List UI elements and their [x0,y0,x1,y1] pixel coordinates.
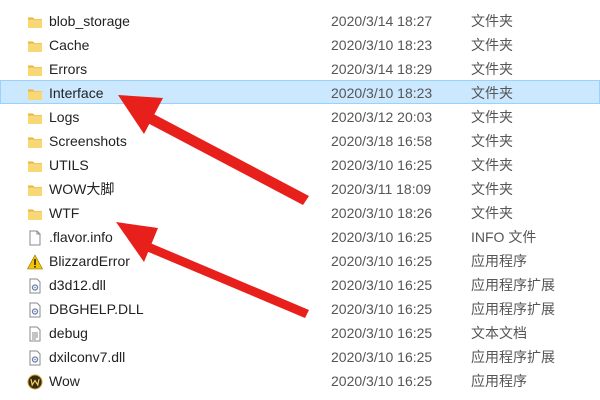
file-modified-date: 2020/3/10 16:25 [331,277,433,293]
file-icon [27,229,43,246]
file-type: 文件夹 [471,37,513,53]
file-row[interactable]: Interface 2020/3/10 18:23 文件夹 [0,80,600,104]
file-row[interactable]: Logs 2020/3/12 20:03 文件夹 [0,104,600,128]
file-row[interactable]: debug 2020/3/10 16:25 文本文档 [0,320,600,344]
folder-icon [27,133,43,149]
file-name: DBGHELP.DLL [49,301,144,317]
file-row[interactable]: Wow 2020/3/10 16:25 应用程序 [0,368,600,392]
file-name: Errors [49,61,88,77]
file-name: Screenshots [49,133,127,149]
file-modified-date: 2020/3/10 16:25 [331,373,433,389]
file-name: UTILS [49,157,89,173]
file-modified-date: 2020/3/10 16:25 [331,229,433,245]
file-type: 文件夹 [471,85,513,101]
file-type: 应用程序 [471,373,527,389]
file-name: debug [49,325,88,341]
folder-icon [27,205,43,221]
folder-icon [27,13,43,29]
wow-app-icon [27,373,43,390]
file-name: .flavor.info [49,229,113,245]
folder-icon [27,37,43,53]
folder-icon [27,61,43,77]
file-name: d3d12.dll [49,277,106,293]
file-list: blob_storage 2020/3/14 18:27 文件夹 Cache 2020/… [0,8,600,392]
warning-icon [26,253,44,270]
file-type: 文件夹 [471,133,513,149]
file-type: 文件夹 [471,109,513,125]
file-modified-date: 2020/3/18 16:58 [331,133,433,149]
file-row[interactable]: WOW大脚 2020/3/11 18:09 文件夹 [0,176,600,200]
file-type: 应用程序扩展 [471,301,555,317]
file-row[interactable]: Cache 2020/3/10 18:23 文件夹 [0,32,600,56]
text-file-icon [27,325,43,342]
folder-icon [27,109,43,125]
file-name: Logs [49,109,80,125]
file-type: 文件夹 [471,157,513,173]
file-row[interactable]: dxilconv7.dll 2020/3/10 16:25 应用程序扩展 [0,344,600,368]
file-name: WTF [49,205,80,221]
file-name: Interface [49,85,104,101]
folder-icon [27,157,43,173]
file-modified-date: 2020/3/10 18:23 [331,37,433,53]
file-modified-date: 2020/3/10 16:25 [331,157,433,173]
file-modified-date: 2020/3/10 18:26 [331,205,433,221]
file-row[interactable]: Screenshots 2020/3/18 16:58 文件夹 [0,128,600,152]
file-type: 文件夹 [471,61,513,77]
file-modified-date: 2020/3/11 18:09 [331,181,432,197]
file-type: 文本文档 [471,325,527,341]
file-modified-date: 2020/3/14 18:27 [331,13,433,29]
file-row[interactable]: UTILS 2020/3/10 16:25 文件夹 [0,152,600,176]
file-type: 应用程序 [471,253,527,269]
dll-file-icon [27,349,43,366]
file-type: INFO 文件 [471,229,537,245]
file-row[interactable]: WTF 2020/3/10 18:26 文件夹 [0,200,600,224]
file-type: 文件夹 [471,205,513,221]
file-name: BlizzardError [49,253,130,269]
file-name: Cache [49,37,90,53]
file-modified-date: 2020/3/10 18:23 [331,85,433,101]
file-row[interactable]: .flavor.info 2020/3/10 16:25 INFO 文件 [0,224,600,248]
file-name: dxilconv7.dll [49,349,126,365]
file-name: blob_storage [49,13,130,29]
file-row[interactable]: BlizzardError 2020/3/10 16:25 应用程序 [0,248,600,272]
file-modified-date: 2020/3/10 16:25 [331,349,433,365]
file-name: WOW大脚 [49,181,115,197]
file-type: 应用程序扩展 [471,277,555,293]
file-type: 文件夹 [471,181,513,197]
file-type: 应用程序扩展 [471,349,555,365]
file-row[interactable]: Errors 2020/3/14 18:29 文件夹 [0,56,600,80]
dll-file-icon [27,301,43,318]
file-modified-date: 2020/3/10 16:25 [331,253,433,269]
folder-icon [27,181,43,197]
file-type: 文件夹 [471,13,513,29]
file-row[interactable]: d3d12.dll 2020/3/10 16:25 应用程序扩展 [0,272,600,296]
file-modified-date: 2020/3/12 20:03 [331,109,433,125]
file-row[interactable]: blob_storage 2020/3/14 18:27 文件夹 [0,8,600,32]
file-modified-date: 2020/3/14 18:29 [331,61,433,77]
file-row[interactable]: DBGHELP.DLL 2020/3/10 16:25 应用程序扩展 [0,296,600,320]
folder-icon [27,85,43,101]
dll-file-icon [27,277,43,294]
file-name: Wow [49,373,80,389]
file-modified-date: 2020/3/10 16:25 [331,301,433,317]
file-modified-date: 2020/3/10 16:25 [331,325,433,341]
